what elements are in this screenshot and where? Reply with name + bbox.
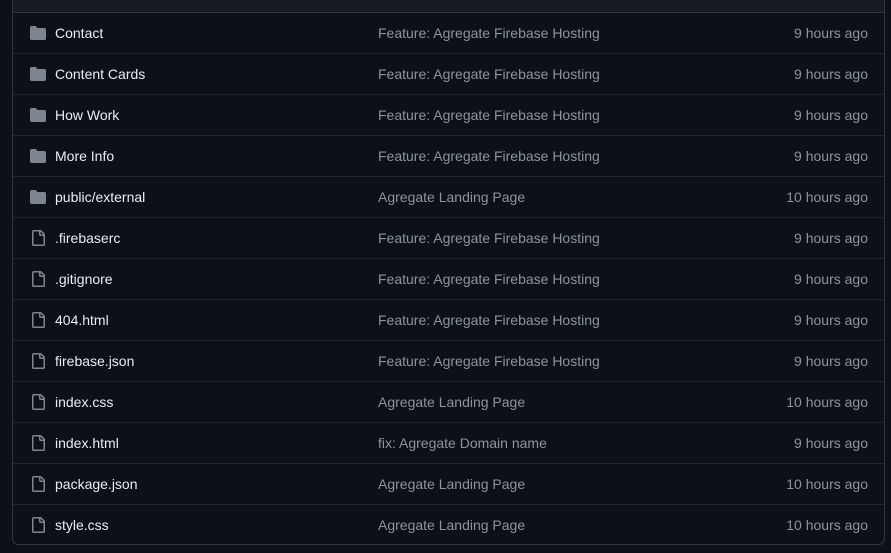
commit-message-link[interactable]: Feature: Agregate Firebase Hosting xyxy=(378,13,600,53)
file-name-link[interactable]: Contact xyxy=(55,13,103,53)
file-icon xyxy=(29,476,47,492)
file-name-link[interactable]: .gitignore xyxy=(55,259,113,299)
file-icon xyxy=(29,435,47,451)
file-row-1[interactable]: Content Cards Feature: Agregate Firebase… xyxy=(13,54,884,95)
file-name-link[interactable]: style.css xyxy=(55,505,109,544)
file-name-link[interactable]: public/external xyxy=(55,177,145,217)
file-name-link[interactable]: More Info xyxy=(55,136,114,176)
commit-message-link[interactable]: Feature: Agregate Firebase Hosting xyxy=(378,341,600,381)
commit-message-link[interactable]: Feature: Agregate Firebase Hosting xyxy=(378,218,600,258)
file-row-7[interactable]: 404.html Feature: Agregate Firebase Host… xyxy=(13,300,884,341)
file-row-9[interactable]: index.css Agregate Landing Page 10 hours… xyxy=(13,382,884,423)
file-icon xyxy=(29,271,47,287)
file-icon xyxy=(29,517,47,533)
file-name-link[interactable]: package.json xyxy=(55,464,138,504)
file-list-table: Contact Feature: Agregate Firebase Hosti… xyxy=(12,0,885,545)
commit-message-link[interactable]: Feature: Agregate Firebase Hosting xyxy=(378,259,600,299)
commit-age: 9 hours ago xyxy=(794,107,868,123)
file-name-link[interactable]: firebase.json xyxy=(55,341,134,381)
commit-age: 9 hours ago xyxy=(794,353,868,369)
file-row-8[interactable]: firebase.json Feature: Agregate Firebase… xyxy=(13,341,884,382)
commit-message-link[interactable]: Feature: Agregate Firebase Hosting xyxy=(378,95,600,135)
commit-message-link[interactable]: Feature: Agregate Firebase Hosting xyxy=(378,54,600,94)
commit-message-link[interactable]: Agregate Landing Page xyxy=(378,382,525,422)
folder-icon xyxy=(29,189,47,205)
file-row-4[interactable]: public/external Agregate Landing Page 10… xyxy=(13,177,884,218)
folder-icon xyxy=(29,148,47,164)
commit-age: 9 hours ago xyxy=(794,271,868,287)
file-icon xyxy=(29,394,47,410)
file-row-0[interactable]: Contact Feature: Agregate Firebase Hosti… xyxy=(13,13,884,54)
commit-age: 10 hours ago xyxy=(786,517,868,533)
commit-age: 9 hours ago xyxy=(794,66,868,82)
table-header xyxy=(13,0,884,13)
commit-message-link[interactable]: Feature: Agregate Firebase Hosting xyxy=(378,136,600,176)
file-name-link[interactable]: 404.html xyxy=(55,300,109,340)
commit-message-link[interactable]: fix: Agregate Domain name xyxy=(378,423,547,463)
commit-age: 10 hours ago xyxy=(786,476,868,492)
commit-age: 9 hours ago xyxy=(794,435,868,451)
commit-message-link[interactable]: Feature: Agregate Firebase Hosting xyxy=(378,300,600,340)
file-row-3[interactable]: More Info Feature: Agregate Firebase Hos… xyxy=(13,136,884,177)
commit-age: 9 hours ago xyxy=(794,148,868,164)
file-name-link[interactable]: index.html xyxy=(55,423,119,463)
file-row-6[interactable]: .gitignore Feature: Agregate Firebase Ho… xyxy=(13,259,884,300)
folder-icon xyxy=(29,107,47,123)
folder-icon xyxy=(29,66,47,82)
file-rows: Contact Feature: Agregate Firebase Hosti… xyxy=(13,13,884,544)
file-name-link[interactable]: Content Cards xyxy=(55,54,145,94)
file-row-2[interactable]: How Work Feature: Agregate Firebase Host… xyxy=(13,95,884,136)
file-row-10[interactable]: index.html fix: Agregate Domain name 9 h… xyxy=(13,423,884,464)
file-icon xyxy=(29,353,47,369)
commit-message-link[interactable]: Agregate Landing Page xyxy=(378,177,525,217)
file-icon xyxy=(29,312,47,328)
file-row-11[interactable]: package.json Agregate Landing Page 10 ho… xyxy=(13,464,884,505)
commit-age: 9 hours ago xyxy=(794,25,868,41)
commit-age: 10 hours ago xyxy=(786,189,868,205)
file-name-link[interactable]: How Work xyxy=(55,95,119,135)
commit-message-link[interactable]: Agregate Landing Page xyxy=(378,464,525,504)
folder-icon xyxy=(29,25,47,41)
commit-age: 10 hours ago xyxy=(786,394,868,410)
file-row-12[interactable]: style.css Agregate Landing Page 10 hours… xyxy=(13,505,884,544)
commit-age: 9 hours ago xyxy=(794,230,868,246)
file-icon xyxy=(29,230,47,246)
commit-message-link[interactable]: Agregate Landing Page xyxy=(378,505,525,544)
commit-age: 9 hours ago xyxy=(794,312,868,328)
file-name-link[interactable]: .firebaserc xyxy=(55,218,120,258)
file-name-link[interactable]: index.css xyxy=(55,382,113,422)
file-row-5[interactable]: .firebaserc Feature: Agregate Firebase H… xyxy=(13,218,884,259)
